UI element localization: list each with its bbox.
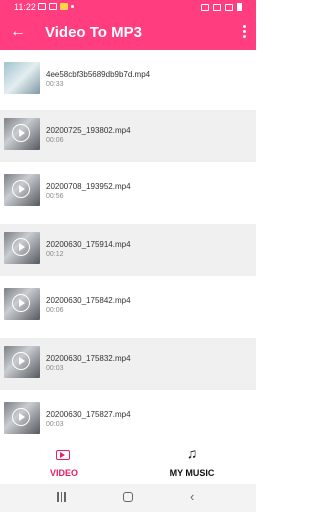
image-notification-icon [38,3,46,10]
play-icon [12,294,30,312]
tab-my-music-label: MY MUSIC [169,468,215,478]
file-name: 20200630_175827.mp4 [46,410,131,419]
list-item[interactable]: 20200725_193802.mp4 00:06 [0,110,256,162]
back-arrow-icon[interactable]: ← [9,22,27,42]
dot-icon [71,5,74,8]
video-icon [56,450,70,460]
file-duration: 00:03 [46,421,64,428]
notification-icons [38,3,74,10]
bottom-navigation: VIDEO ♫ MY MUSIC [0,442,256,484]
video-thumbnail [4,346,40,378]
list-item[interactable]: 20200630_175832.mp4 00:03 [0,338,256,390]
status-bar: 11:22 [0,0,256,16]
list-item[interactable]: 20200708_193952.mp4 00:56 [0,166,256,218]
system-status-icons [201,3,242,11]
file-duration: 00:06 [46,137,64,144]
file-duration: 00:03 [46,365,64,372]
video-thumbnail [4,62,40,94]
play-icon [12,238,30,256]
file-name: 20200630_175832.mp4 [46,354,131,363]
tab-video[interactable]: VIDEO [0,442,128,484]
list-item[interactable]: 20200630_175842.mp4 00:06 [0,280,256,332]
video-thumbnail [4,288,40,320]
more-options-icon[interactable] [240,25,248,38]
system-back-icon[interactable]: ‹ [190,490,200,503]
file-name: 20200630_175914.mp4 [46,240,131,249]
file-name: 20200725_193802.mp4 [46,126,131,135]
file-name: 20200708_193952.mp4 [46,182,131,191]
music-note-icon: ♫ [186,445,198,461]
file-name: 20200630_175842.mp4 [46,296,131,305]
video-list: 4ee58cbf3b5689db9b7d.mp4 00:33 20200725_… [0,54,256,442]
tab-video-label: VIDEO [49,468,78,478]
list-item[interactable]: 20200630_175914.mp4 00:12 [0,224,256,276]
signal-icon [225,3,233,11]
list-item[interactable]: 20200630_175827.mp4 00:03 [0,394,256,442]
alarm-icon [201,3,209,11]
status-time: 11:22 [14,2,36,12]
file-name: 4ee58cbf3b5689db9b7d.mp4 [46,70,151,79]
play-icon [12,352,30,370]
file-duration: 00:56 [46,193,64,200]
mail-notification-icon [60,3,68,10]
video-thumbnail [4,118,40,150]
app-bar: ← Video To MP3 [0,16,256,50]
battery-icon [237,3,242,11]
wifi-icon [213,3,221,11]
tab-my-music[interactable]: ♫ MY MUSIC [128,442,256,484]
file-duration: 00:12 [46,251,64,258]
video-thumbnail [4,232,40,264]
cloud-notification-icon [49,3,57,10]
system-navigation-bar: ‹ [0,484,256,512]
file-duration: 00:33 [46,81,64,88]
video-thumbnail [4,402,40,434]
recents-icon[interactable] [57,492,67,502]
play-icon [12,408,30,426]
page-title: Video To MP3 [45,24,142,41]
list-item[interactable]: 4ee58cbf3b5689db9b7d.mp4 00:33 [0,54,256,106]
file-duration: 00:06 [46,307,64,314]
home-icon[interactable] [123,492,133,502]
play-icon [12,180,30,198]
video-thumbnail [4,174,40,206]
play-icon [12,124,30,142]
